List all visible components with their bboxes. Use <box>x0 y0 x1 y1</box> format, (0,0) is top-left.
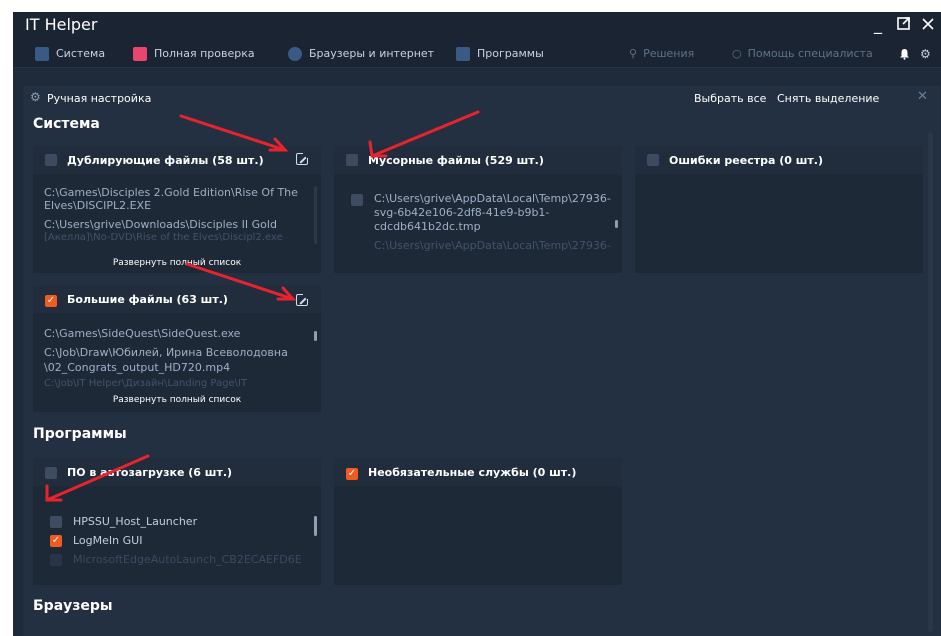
card-optional-services: ✓ Необязательные службы (0 шт.) <box>334 458 622 585</box>
maximize-icon <box>897 17 910 30</box>
list-item: MicrosoftEdgeAutoLaunch_CB2ECAEFD6E <box>73 553 302 566</box>
file-path: cdcdb641b2dc.tmp <box>374 220 481 233</box>
section-title-browsers: Браузеры <box>33 598 113 614</box>
card-title: Необязательные службы (0 шт.) <box>368 466 577 479</box>
card-header: ПО в автозагрузке (6 шт.) <box>33 458 321 486</box>
checkbox[interactable] <box>50 554 62 566</box>
app-title: IT Helper <box>25 15 98 34</box>
card-header: Ошибки реестра (0 шт.) <box>635 146 923 174</box>
expand-list-button[interactable]: Развернуть полный список <box>33 258 321 268</box>
list-scrollbar[interactable] <box>314 516 317 536</box>
gear-icon: ⚙ <box>920 46 931 61</box>
gear-icon: ⚙ <box>30 90 41 104</box>
checkbox[interactable] <box>647 154 659 166</box>
monitor-icon <box>35 46 49 61</box>
section-title-system: Система <box>33 116 100 132</box>
bell-button[interactable] <box>899 45 910 62</box>
checkbox[interactable] <box>50 516 62 528</box>
panel-title: Ручная настройка <box>47 92 152 105</box>
card-title: Дублирующие файлы (58 шт.) <box>67 154 264 167</box>
card-large-files: ✓ Большие файлы (63 шт.) C:\Games\SideQu… <box>33 285 321 412</box>
globe-icon <box>288 46 302 61</box>
card-registry-errors: Ошибки реестра (0 шт.) <box>635 146 923 273</box>
card-header: ✓ Необязательные службы (0 шт.) <box>334 458 622 486</box>
file-path: [Акелла]\No-DVD\Rise of the Elves\Discip… <box>44 232 283 243</box>
nav-item-label: Программы <box>477 47 544 60</box>
nav-item-browsers[interactable]: Браузеры и интернет <box>288 45 434 62</box>
nav-item-full-check[interactable]: Полная проверка <box>133 45 255 62</box>
list-scrollbar[interactable] <box>314 331 317 341</box>
settings-button[interactable]: ⚙ <box>920 45 931 62</box>
file-path: C:\Users\grive\AppData\Local\Temp\27936- <box>374 192 611 205</box>
home-check-icon <box>133 46 147 61</box>
external-link-icon[interactable] <box>296 152 309 165</box>
checkbox[interactable] <box>351 194 363 206</box>
list-item: LogMeIn GUI <box>73 534 143 547</box>
nav-item-label: Система <box>56 47 106 60</box>
list-scrollbar-track <box>314 186 317 244</box>
help-circle-icon: ○ <box>732 47 742 60</box>
card-title: Ошибки реестра (0 шт.) <box>669 154 824 167</box>
expand-list-button[interactable]: Развернуть полный список <box>33 395 321 405</box>
file-path: C:\Job\IT Helper\Дизайн\Landing Page\IT <box>44 378 247 389</box>
panel-header: ⚙ Ручная настройка Выбрать все Снять выд… <box>23 86 940 110</box>
close-icon <box>922 18 934 30</box>
nav-item-label: Помощь специалиста <box>747 47 873 60</box>
card-title: Большие файлы (63 шт.) <box>67 293 228 306</box>
manual-settings-panel: ⚙ Ручная настройка Выбрать все Снять выд… <box>23 86 940 636</box>
title-bar: IT Helper _ <box>13 12 941 38</box>
apps-icon <box>456 46 470 61</box>
external-link-icon[interactable] <box>296 293 309 306</box>
file-path: svg-6b42e106-2df8-41e9-b9b1- <box>374 206 550 219</box>
nav-item-label: Полная проверка <box>154 47 255 60</box>
card-header: Дублирующие файлы (58 шт.) <box>33 146 321 174</box>
file-path: Elves\DISCIPL2.EXE <box>44 199 152 212</box>
search-icon: ⚲ <box>629 47 638 60</box>
bell-icon <box>900 48 909 60</box>
file-path: C:\Job\Draw\Юбилей, Ирина Всеволодовна <box>44 346 288 359</box>
close-window-button[interactable] <box>917 14 939 36</box>
file-path: C:\Users\grive\AppData\Local\Temp\27936- <box>374 239 611 252</box>
checkbox-checked[interactable]: ✓ <box>346 468 358 480</box>
select-all-button[interactable]: Выбрать все <box>694 92 766 105</box>
checkbox[interactable] <box>45 467 57 479</box>
panel-scrollbar[interactable] <box>928 132 933 632</box>
top-navigation: Система Полная проверка Браузеры и интер… <box>13 38 941 68</box>
card-header: Мусорные файлы (529 шт.) <box>334 146 622 174</box>
card-title: Мусорные файлы (529 шт.) <box>368 154 544 167</box>
file-path: C:\Games\Disciples 2.Gold Edition\Rise O… <box>44 186 298 199</box>
card-autostart: ПО в автозагрузке (6 шт.) HPSSU_Host_Lau… <box>33 458 321 585</box>
card-duplicate-files: Дублирующие файлы (58 шт.) C:\Games\Disc… <box>33 146 321 273</box>
nav-item-specialist-help[interactable]: ○ Помощь специалиста <box>732 45 873 62</box>
checkbox[interactable] <box>45 154 57 166</box>
nav-item-label: Решения <box>643 47 695 60</box>
nav-item-solutions[interactable]: ⚲ Решения <box>629 45 694 62</box>
nav-item-programs[interactable]: Программы <box>456 45 544 62</box>
list-scrollbar[interactable] <box>615 220 618 228</box>
checkbox[interactable] <box>346 154 358 166</box>
panel-close-button[interactable]: ✕ <box>917 89 928 104</box>
checkbox-checked[interactable]: ✓ <box>50 535 62 547</box>
file-path: \02_Congrats_output_HD720.mp4 <box>44 361 231 374</box>
nav-item-system[interactable]: Система <box>35 45 105 62</box>
checkbox-checked[interactable]: ✓ <box>45 295 57 307</box>
minimize-button[interactable]: _ <box>867 14 889 36</box>
list-item: HPSSU_Host_Launcher <box>73 515 198 528</box>
file-path: C:\Games\SideQuest\SideQuest.exe <box>44 327 241 340</box>
card-header: ✓ Большие файлы (63 шт.) <box>33 285 321 313</box>
deselect-button[interactable]: Снять выделение <box>777 92 879 105</box>
file-path: C:\Users\grive\Downloads\Disciples II Go… <box>44 218 277 231</box>
section-title-programs: Программы <box>33 426 127 442</box>
card-junk-files: Мусорные файлы (529 шт.) C:\Users\grive\… <box>334 146 622 273</box>
maximize-button[interactable] <box>893 14 915 36</box>
nav-item-label: Браузеры и интернет <box>309 47 435 60</box>
app-window: IT Helper _ Система Полная проверка Брау… <box>13 12 941 636</box>
card-title: ПО в автозагрузке (6 шт.) <box>67 466 233 479</box>
